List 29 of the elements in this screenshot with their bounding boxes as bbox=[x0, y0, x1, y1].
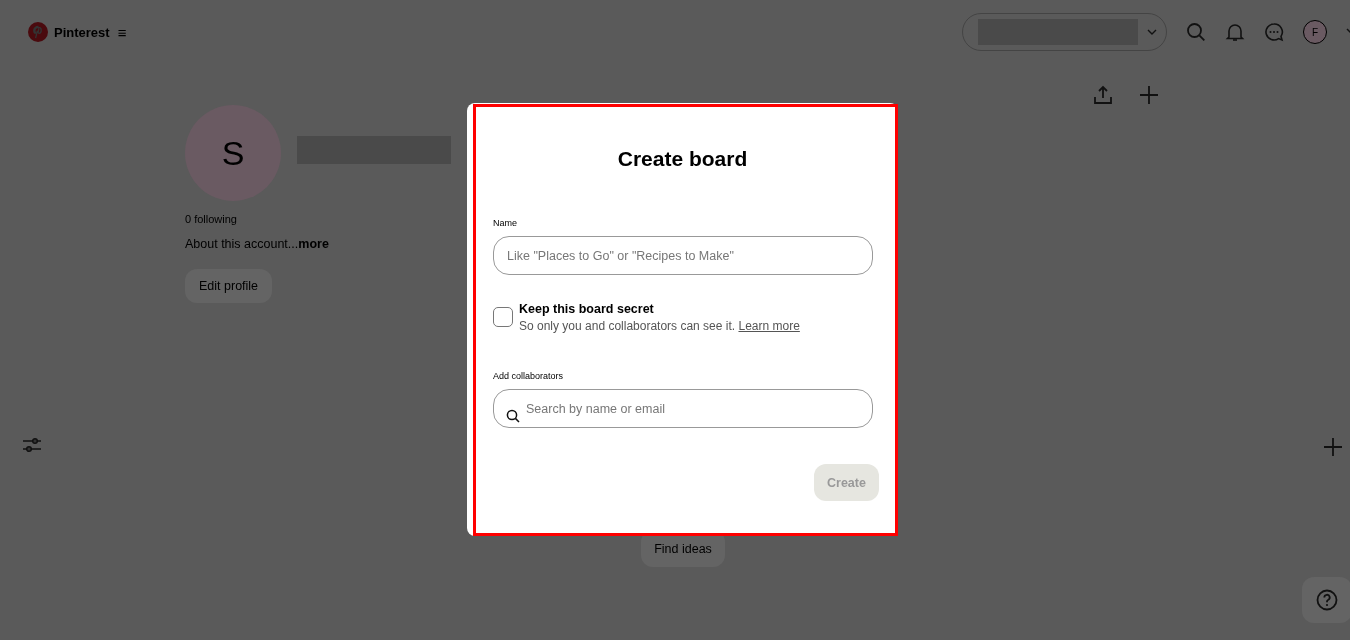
dialog-title: Create board bbox=[616, 147, 749, 171]
plus-icon[interactable] bbox=[1323, 437, 1343, 457]
logo-icon[interactable] bbox=[28, 22, 48, 42]
search-icon[interactable] bbox=[1186, 22, 1206, 42]
field-label: Name bbox=[493, 218, 518, 228]
name-field[interactable]: Like "Places to Go" or "Recipes to Make" bbox=[493, 236, 873, 275]
checkbox-description: So only you and collaborators can see it. bbox=[519, 319, 736, 333]
help-button[interactable] bbox=[1302, 577, 1350, 623]
secret-checkbox[interactable] bbox=[493, 307, 513, 327]
chat-icon[interactable] bbox=[1264, 22, 1284, 42]
about-text: About this account... bbox=[185, 237, 299, 251]
help-icon bbox=[1316, 589, 1338, 611]
learn-more-link[interactable]: Learn more bbox=[738, 319, 800, 333]
menu-icon[interactable]: ≡ bbox=[117, 23, 127, 41]
collaborator-search-field[interactable]: Search by name or email bbox=[493, 389, 873, 428]
checkbox-label: Keep this board secret bbox=[519, 302, 655, 316]
field-label: Add collaborators bbox=[493, 371, 565, 381]
edit-profile-button[interactable]: Edit profile bbox=[185, 269, 273, 303]
search-icon bbox=[506, 409, 520, 423]
brand-name[interactable]: Pinterest bbox=[54, 24, 110, 40]
following-count[interactable]: 0 following bbox=[185, 213, 451, 225]
profile-avatar: S bbox=[185, 105, 281, 201]
bell-icon[interactable] bbox=[1225, 22, 1245, 42]
plus-icon[interactable] bbox=[1139, 85, 1159, 105]
filter-icon[interactable] bbox=[22, 437, 42, 453]
more-link[interactable]: more bbox=[298, 237, 329, 251]
chevron-down-icon bbox=[1146, 28, 1158, 36]
share-icon[interactable] bbox=[1093, 85, 1113, 105]
user-avatar[interactable]: F bbox=[1303, 20, 1327, 44]
